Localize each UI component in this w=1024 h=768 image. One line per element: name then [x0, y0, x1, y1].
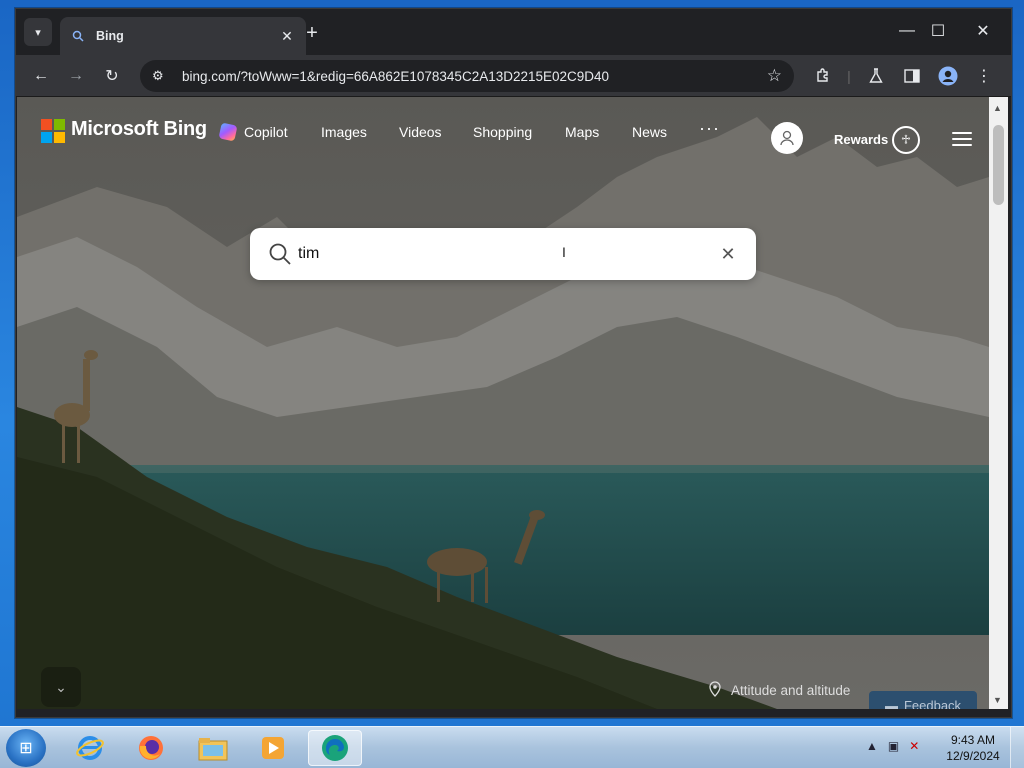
background-landscape-image [17, 97, 989, 709]
scroll-down-icon[interactable]: ▼ [993, 695, 1002, 705]
maximize-icon[interactable]: ☐ [924, 19, 952, 43]
start-button-icon[interactable]: ⊞ [6, 729, 46, 767]
nav-videos[interactable]: Videos [399, 124, 442, 140]
tab-close-icon[interactable]: ✕ [278, 28, 296, 45]
address-bar[interactable]: ⚙ bing.com/?toWww=1&redig=66A862E1078345… [140, 60, 794, 92]
media-player-icon[interactable] [246, 730, 300, 766]
chevron-down-icon[interactable]: ⌄ [41, 667, 81, 707]
nav-news[interactable]: News [632, 124, 667, 140]
location-caption-text[interactable]: Attitude and altitude [731, 683, 850, 698]
nav-more-icon[interactable]: ··· [699, 118, 720, 139]
firefox-icon[interactable] [124, 730, 178, 766]
feedback-icon: ▬ [884, 697, 898, 710]
internet-explorer-icon[interactable] [63, 730, 117, 766]
new-tab-icon[interactable]: + [300, 21, 324, 45]
tab-bar: ▾ Bing ✕ + — ☐ ✕ [16, 9, 1011, 55]
feedback-button[interactable]: ▬ Feedback [869, 691, 977, 709]
nav-shopping[interactable]: Shopping [473, 124, 532, 140]
forward-icon[interactable]: → [63, 64, 89, 88]
scrollbar-thumb[interactable] [993, 125, 1004, 205]
search-input[interactable] [298, 245, 716, 263]
rewards-label[interactable]: Rewards [834, 132, 888, 147]
clear-search-icon[interactable]: ✕ [716, 242, 740, 266]
browser-toolbar: ← → ↻ ⚙ bing.com/?toWww=1&redig=66A862E1… [16, 55, 1011, 97]
system-tray: ▲ ▣ ✕ [866, 739, 919, 753]
show-hidden-icons-icon[interactable]: ▲ [866, 739, 878, 753]
scroll-up-icon[interactable]: ▲ [993, 103, 1002, 113]
extensions-icon[interactable] [810, 64, 836, 88]
brand-name[interactable]: Microsoft Bing [71, 118, 207, 141]
hamburger-menu-icon[interactable] [952, 132, 972, 146]
show-desktop-button[interactable] [1010, 727, 1024, 768]
page-scrollbar[interactable]: ▲ ▼ [989, 97, 1008, 709]
clock-time: 9:43 AM [950, 733, 996, 747]
bing-header: Microsoft Bing Copilot Images Videos Sho… [17, 97, 989, 167]
tab-search-icon[interactable]: ▾ [24, 18, 52, 46]
nav-copilot[interactable]: Copilot [244, 124, 288, 140]
minimize-icon[interactable]: — [893, 19, 921, 43]
tab-bing[interactable]: Bing ✕ [60, 17, 306, 55]
search-box[interactable]: I ✕ [250, 228, 756, 280]
image-location-caption[interactable]: Attitude and altitude [709, 681, 850, 700]
sidepanel-icon[interactable] [899, 64, 925, 88]
profile-icon[interactable] [935, 64, 961, 88]
bing-homepage: Microsoft Bing Copilot Images Videos Sho… [17, 97, 989, 709]
windows-taskbar: ⊞ ▲ ▣ ✕ 9:43 AM 12/9/2024 [0, 726, 1024, 768]
nav-maps[interactable]: Maps [565, 124, 599, 140]
network-icon[interactable]: ▣ [888, 739, 899, 753]
taskbar-clock[interactable]: 9:43 AM 12/9/2024 [944, 732, 1002, 764]
labs-icon[interactable] [863, 64, 889, 88]
tab-title: Bing [96, 29, 124, 43]
file-explorer-icon[interactable] [186, 730, 240, 766]
rewards-medal-icon[interactable]: ♱ [892, 126, 920, 154]
url-text[interactable]: bing.com/?toWww=1&redig=66A862E1078345C2… [182, 69, 767, 84]
search-icon[interactable] [266, 240, 294, 268]
browser-menu-icon[interactable]: ⋮ [971, 64, 997, 88]
reload-icon[interactable]: ↻ [99, 64, 125, 88]
feedback-label: Feedback [903, 697, 962, 710]
user-avatar-icon[interactable] [771, 122, 803, 154]
nav-images[interactable]: Images [321, 124, 367, 140]
edge-browser-icon[interactable] [308, 730, 362, 766]
window-close-icon[interactable]: ✕ [969, 19, 997, 43]
site-info-icon[interactable]: ⚙ [152, 68, 170, 84]
copilot-icon[interactable] [218, 122, 238, 142]
text-cursor-icon: I [562, 244, 566, 260]
star-icon[interactable]: ☆ [767, 66, 782, 86]
bing-favicon-icon [70, 28, 86, 44]
back-icon[interactable]: ← [28, 64, 54, 88]
pin-icon [709, 681, 721, 700]
toolbar-divider: | [847, 68, 851, 84]
volume-muted-icon[interactable]: ✕ [909, 739, 919, 753]
clock-date: 12/9/2024 [946, 749, 1000, 763]
microsoft-logo-icon[interactable] [41, 119, 65, 143]
